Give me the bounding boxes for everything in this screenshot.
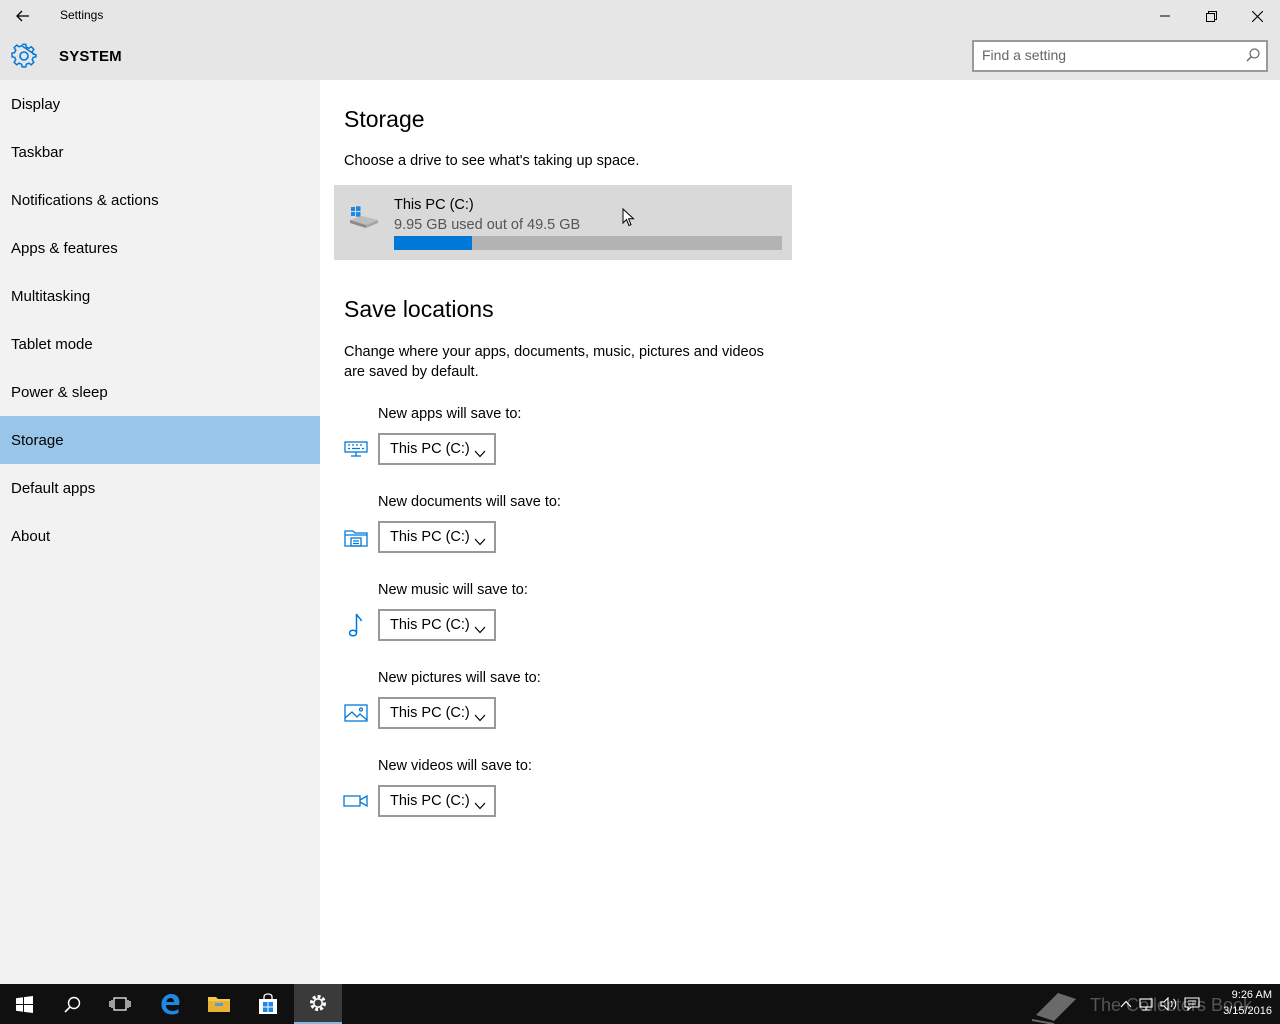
sidebar: Display Taskbar Notifications & actions … bbox=[0, 80, 320, 984]
pictures-location-dropdown[interactable]: This PC (C:) bbox=[378, 697, 496, 729]
apps-location-dropdown[interactable]: This PC (C:) bbox=[378, 433, 496, 465]
task-view-icon bbox=[109, 997, 131, 1011]
sidebar-item-taskbar[interactable]: Taskbar bbox=[0, 128, 320, 176]
title-bar: Settings bbox=[0, 0, 1280, 32]
videos-location-value: This PC (C:) bbox=[390, 793, 470, 809]
save-locations-description-line1: Change where your apps, documents, music… bbox=[344, 344, 764, 360]
store-bag-icon bbox=[259, 993, 277, 1014]
keyboard-icon bbox=[342, 435, 370, 463]
documents-location-dropdown[interactable]: This PC (C:) bbox=[378, 521, 496, 553]
edge-taskbar-button[interactable] bbox=[146, 984, 194, 1024]
chevron-down-icon bbox=[474, 797, 486, 815]
search-input[interactable] bbox=[982, 47, 1232, 63]
sidebar-item-storage[interactable]: Storage bbox=[0, 416, 320, 464]
hard-drive-icon bbox=[348, 204, 380, 235]
chevron-down-icon bbox=[474, 709, 486, 727]
storage-description: Choose a drive to see what's taking up s… bbox=[344, 153, 640, 169]
minimize-icon bbox=[1160, 15, 1170, 17]
chevron-up-icon[interactable] bbox=[1120, 1000, 1132, 1008]
task-view-button[interactable] bbox=[96, 984, 144, 1024]
drive-usage-bar-fill bbox=[394, 236, 472, 250]
volume-icon[interactable] bbox=[1160, 997, 1178, 1011]
chevron-down-icon bbox=[474, 445, 486, 463]
sidebar-item-apps-features[interactable]: Apps & features bbox=[0, 224, 320, 272]
sidebar-item-multitasking[interactable]: Multitasking bbox=[0, 272, 320, 320]
close-button[interactable] bbox=[1234, 0, 1280, 32]
drive-tile[interactable]: This PC (C:) 9.95 GB used out of 49.5 GB bbox=[334, 185, 792, 260]
chevron-down-icon bbox=[474, 621, 486, 639]
action-center-icon[interactable] bbox=[1184, 997, 1200, 1011]
windows-logo-icon bbox=[15, 995, 33, 1013]
book-logo-icon bbox=[1032, 993, 1076, 1024]
sidebar-item-display[interactable]: Display bbox=[0, 80, 320, 128]
search-box[interactable] bbox=[972, 40, 1268, 72]
apps-location-value: This PC (C:) bbox=[390, 441, 470, 457]
drive-name: This PC (C:) bbox=[394, 197, 474, 213]
close-icon bbox=[1251, 10, 1263, 22]
section-title: SYSTEM bbox=[59, 48, 122, 65]
mouse-cursor-icon bbox=[622, 207, 636, 233]
network-icon[interactable] bbox=[1138, 997, 1154, 1011]
sidebar-item-notifications[interactable]: Notifications & actions bbox=[0, 176, 320, 224]
system-tray bbox=[1120, 984, 1200, 1024]
drive-usage-bar bbox=[394, 236, 782, 250]
clock-time: 9:26 AM bbox=[1231, 989, 1272, 1001]
clock[interactable]: 9:26 AM 3/15/2016 bbox=[1206, 987, 1272, 1019]
main-content: Storage Choose a drive to see what's tak… bbox=[320, 80, 1280, 984]
edge-browser-icon bbox=[161, 994, 180, 1015]
sidebar-item-power-sleep[interactable]: Power & sleep bbox=[0, 368, 320, 416]
sidebar-item-tablet-mode[interactable]: Tablet mode bbox=[0, 320, 320, 368]
sidebar-item-about[interactable]: About bbox=[0, 512, 320, 560]
window-title: Settings bbox=[60, 8, 104, 22]
settings-taskbar-button[interactable] bbox=[294, 984, 342, 1024]
music-location-value: This PC (C:) bbox=[390, 617, 470, 633]
videos-location-dropdown[interactable]: This PC (C:) bbox=[378, 785, 496, 817]
gear-icon bbox=[11, 43, 37, 74]
taskbar: The Collectors Book 9:26 AM 3/15/2016 bbox=[0, 984, 1280, 1024]
settings-header: SYSTEM bbox=[0, 32, 1280, 80]
drive-usage-text: 9.95 GB used out of 49.5 GB bbox=[394, 217, 581, 233]
save-locations-description-line2: are saved by default. bbox=[344, 364, 479, 380]
store-taskbar-button[interactable] bbox=[244, 984, 292, 1024]
clock-date: 3/15/2016 bbox=[1223, 1005, 1272, 1017]
start-button[interactable] bbox=[0, 984, 48, 1024]
minimize-button[interactable] bbox=[1142, 0, 1188, 32]
folder-icon bbox=[208, 997, 230, 1012]
pictures-location-label: New pictures will save to: bbox=[378, 670, 541, 686]
apps-location-label: New apps will save to: bbox=[378, 406, 522, 422]
restore-icon bbox=[1205, 10, 1217, 22]
back-button[interactable] bbox=[0, 0, 46, 32]
save-locations-heading: Save locations bbox=[344, 296, 494, 322]
search-icon bbox=[63, 996, 80, 1013]
document-folder-icon bbox=[342, 523, 370, 551]
music-note-icon bbox=[342, 611, 370, 639]
search-taskbar-button[interactable] bbox=[48, 984, 96, 1024]
settings-gear-icon bbox=[310, 995, 326, 1011]
storage-heading: Storage bbox=[344, 106, 425, 132]
documents-location-value: This PC (C:) bbox=[390, 529, 470, 545]
sidebar-item-default-apps[interactable]: Default apps bbox=[0, 464, 320, 512]
music-location-label: New music will save to: bbox=[378, 582, 528, 598]
video-camera-icon bbox=[342, 787, 370, 815]
chevron-down-icon bbox=[474, 533, 486, 551]
file-explorer-taskbar-button[interactable] bbox=[195, 984, 243, 1024]
videos-location-label: New videos will save to: bbox=[378, 758, 532, 774]
picture-icon bbox=[342, 699, 370, 727]
music-location-dropdown[interactable]: This PC (C:) bbox=[378, 609, 496, 641]
pictures-location-value: This PC (C:) bbox=[390, 705, 470, 721]
search-icon[interactable] bbox=[1246, 48, 1260, 67]
documents-location-label: New documents will save to: bbox=[378, 494, 561, 510]
restore-button[interactable] bbox=[1188, 0, 1234, 32]
back-arrow-icon bbox=[16, 10, 29, 22]
